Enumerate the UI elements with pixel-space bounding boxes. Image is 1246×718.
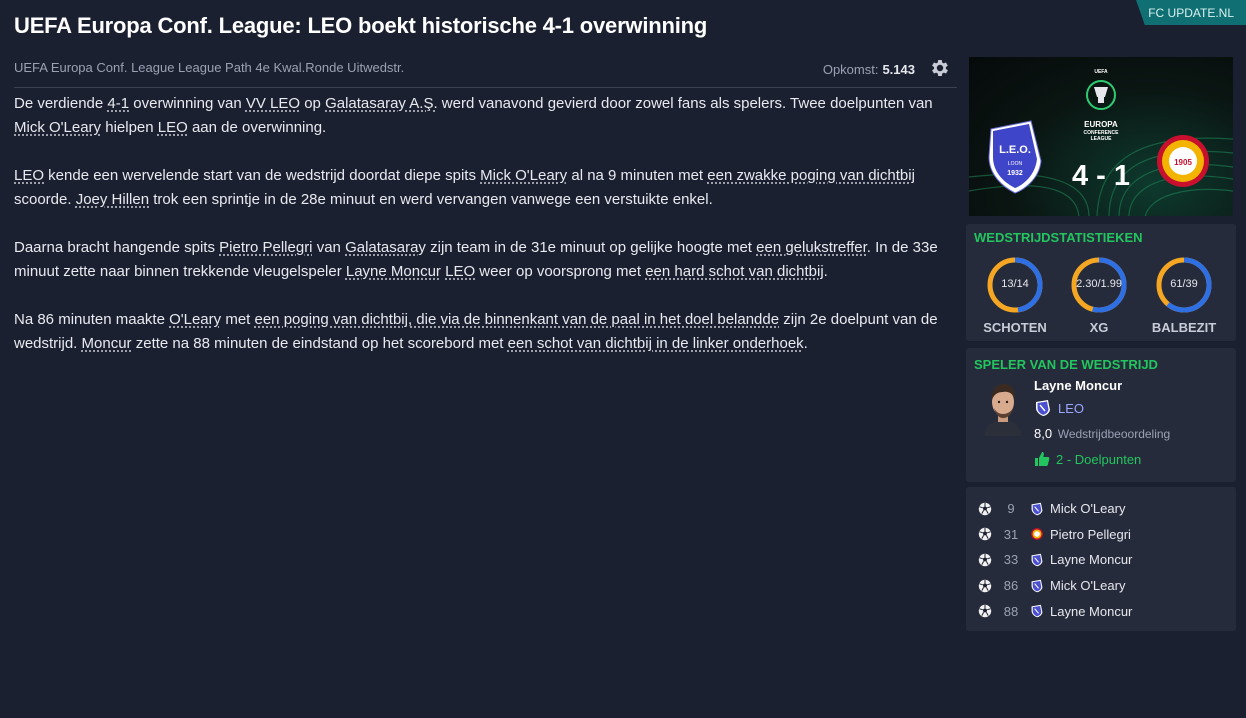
score-link[interactable]: 4-1 xyxy=(107,95,129,112)
stat-label: SCHOTEN xyxy=(983,320,1047,335)
team-link-leo[interactable]: LEO xyxy=(14,167,44,184)
leo-crest-icon: L.E.O. LOON 1932 xyxy=(988,120,1042,194)
goal-scorer: Mick O'Leary xyxy=(1050,501,1126,517)
team-link-galatasaray[interactable]: Galatasaray A.Ş. xyxy=(325,95,438,112)
goal-event[interactable]: 31 Pietro Pellegri xyxy=(966,522,1236,548)
svg-text:L.E.O.: L.E.O. xyxy=(999,144,1031,156)
report-paragraph-3: Daarna bracht hangende spits Pietro Pell… xyxy=(14,239,938,280)
match-report: De verdiende 4-1 overwinning van VV LEO … xyxy=(14,92,959,380)
goal-minute: 9 xyxy=(1007,501,1015,517)
goal-link[interactable]: een zwakke poging van dichtbij xyxy=(707,167,915,184)
goal-link[interactable]: een gelukstreffer xyxy=(756,239,867,256)
conference-league-logo-icon: UEFA EUROPA CONFERENCE LEAGUE xyxy=(1083,69,1119,142)
goal-scorer: Pietro Pellegri xyxy=(1050,526,1131,542)
player-of-the-match-panel: SPELER VAN DE WEDSTRIJD Layne Moncur LEO… xyxy=(966,348,1236,482)
thumbs-up-icon xyxy=(1035,452,1050,466)
goal-minute: 88 xyxy=(1003,603,1019,619)
goal-event[interactable]: 9 Mick O'Leary xyxy=(966,496,1236,522)
match-subheader: UEFA Europa Conf. League League Path 4e … xyxy=(14,60,957,88)
football-icon xyxy=(978,604,992,618)
banner-score: 4 - 1 xyxy=(1072,160,1130,192)
team-link-galatasaray[interactable]: Galatasaray xyxy=(345,239,426,256)
fc-update-tag[interactable]: FC UPDATE.NL xyxy=(1136,0,1246,25)
goal-scorer: Layne Moncur xyxy=(1050,603,1133,619)
stat-label: BALBEZIT xyxy=(1151,320,1217,335)
goal-link[interactable]: een hard schot van dichtbij xyxy=(645,263,823,280)
player-link-oleary[interactable]: Mick O'Leary xyxy=(14,119,101,136)
stat-value: 13/14 xyxy=(1001,278,1029,290)
stat-value: 61/39 xyxy=(1170,278,1198,290)
gear-icon[interactable] xyxy=(929,57,951,79)
rating-label: Wedstrijdbeoordeling xyxy=(1057,427,1171,441)
goal-link[interactable]: een schot van dichtbij in de linker onde… xyxy=(508,335,804,352)
rating-value: 8,0 xyxy=(1034,426,1053,441)
leo-crest-icon xyxy=(1031,604,1043,618)
potm-rating: 8,0 Wedstrijdbeoordeling xyxy=(1034,426,1170,441)
goal-minute: 33 xyxy=(1003,552,1019,568)
galatasaray-crest-icon: 1905 xyxy=(1157,135,1209,187)
svg-text:LEAGUE: LEAGUE xyxy=(1091,136,1113,142)
stat-label: XG xyxy=(1089,320,1109,335)
svg-text:1932: 1932 xyxy=(1007,170,1023,177)
goal-event[interactable]: 33 Layne Moncur xyxy=(966,547,1236,573)
competition-round: UEFA Europa Conf. League League Path 4e … xyxy=(14,60,405,75)
report-paragraph-1: De verdiende 4-1 overwinning van VV LEO … xyxy=(14,95,933,136)
potm-club-name: LEO xyxy=(1058,400,1085,416)
player-link-pellegri[interactable]: Pietro Pellegri xyxy=(219,239,312,256)
svg-text:UEFA: UEFA xyxy=(1094,69,1108,75)
svg-text:EUROPA: EUROPA xyxy=(1084,120,1118,129)
player-avatar[interactable] xyxy=(980,378,1026,436)
goal-link[interactable]: een poging van dichtbij, die via de binn… xyxy=(255,311,780,328)
goal-events-panel: 9 Mick O'Leary 31 Pietro Pellegri 33 Lay… xyxy=(966,487,1236,631)
goal-minute: 31 xyxy=(1003,526,1019,542)
leo-crest-icon xyxy=(1031,579,1043,592)
goal-event[interactable]: 88 Layne Moncur xyxy=(966,598,1236,624)
potm-club[interactable]: LEO xyxy=(1034,399,1084,417)
svg-text:1905: 1905 xyxy=(1174,158,1192,167)
stat-shots[interactable]: 13/14 SCHOTEN xyxy=(980,256,1050,335)
team-link-leo[interactable]: LEO xyxy=(158,119,188,136)
player-link-oleary[interactable]: Mick O'Leary xyxy=(480,167,567,184)
leo-crest-icon xyxy=(1031,553,1043,567)
football-icon xyxy=(978,528,992,541)
goal-scorer: Mick O'Leary xyxy=(1050,578,1126,594)
attendance: Opkomst: 5.143 xyxy=(823,60,951,79)
banner-graphic: UEFA EUROPA CONFERENCE LEAGUE L.E.O. LOO… xyxy=(969,69,1233,216)
player-link-moncur[interactable]: Moncur xyxy=(82,335,132,352)
svg-text:LOON: LOON xyxy=(1008,161,1023,167)
player-link-hillen[interactable]: Joey Hillen xyxy=(76,191,149,208)
match-banner: UEFA EUROPA CONFERENCE LEAGUE L.E.O. LOO… xyxy=(969,57,1233,216)
attendance-label: Opkomst: xyxy=(822,62,879,77)
potm-goals-text: 2 - Doelpunten xyxy=(1056,451,1142,467)
potm-title: SPELER VAN DE WEDSTRIJD xyxy=(974,357,1158,372)
stat-possession[interactable]: 61/39 BALBEZIT xyxy=(1149,256,1219,335)
report-paragraph-2: LEO kende een wervelende start van de we… xyxy=(14,167,915,208)
team-link-leo[interactable]: LEO xyxy=(445,263,475,280)
potm-player-name[interactable]: Layne Moncur xyxy=(1034,378,1122,393)
galatasaray-crest-icon xyxy=(1031,528,1043,541)
player-link-oleary[interactable]: O'Leary xyxy=(169,311,221,328)
football-icon xyxy=(978,553,992,567)
page-title: UEFA Europa Conf. League: LEO boekt hist… xyxy=(14,13,708,38)
potm-goals: 2 - Doelpunten xyxy=(1034,451,1141,467)
report-paragraph-4: Na 86 minuten maakte O'Leary met een pog… xyxy=(14,311,938,352)
goal-minute: 86 xyxy=(1003,578,1019,594)
stat-value: 2.30/1.99 xyxy=(1076,278,1122,290)
stat-xg[interactable]: 2.30/1.99 XG xyxy=(1064,256,1134,335)
team-link-leo[interactable]: VV LEO xyxy=(246,95,300,112)
stats-title: WEDSTRIJDSTATISTIEKEN xyxy=(974,230,1143,245)
goal-scorer: Layne Moncur xyxy=(1050,552,1133,568)
leo-crest-icon xyxy=(1036,400,1050,416)
football-icon xyxy=(978,579,992,592)
player-link-moncur[interactable]: Layne Moncur xyxy=(346,263,441,280)
football-icon xyxy=(978,502,992,515)
leo-crest-icon xyxy=(1031,502,1043,516)
match-stats-panel: WEDSTRIJDSTATISTIEKEN 13/14 SCHOTEN 2.30… xyxy=(966,224,1236,341)
goal-event[interactable]: 86 Mick O'Leary xyxy=(966,573,1236,599)
attendance-value: 5.143 xyxy=(882,62,915,77)
